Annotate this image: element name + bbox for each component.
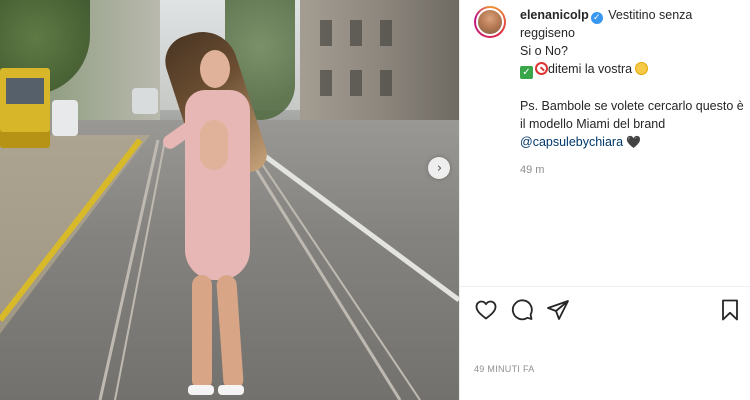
photo-yellow-tram [0, 68, 50, 148]
caption-line: ditemi la vostra [548, 62, 633, 76]
verified-badge-icon: ✓ [590, 12, 603, 24]
comment-time: 49 m [520, 164, 545, 176]
avatar[interactable] [474, 6, 506, 38]
chevron-right-icon: › [436, 160, 443, 176]
photo-car [132, 88, 158, 114]
caption-line: Ps. Bambole se volete cercarlo questo è … [520, 99, 744, 131]
mention-link[interactable]: @capsulebychiara [520, 135, 623, 149]
smile-emoji-icon [635, 62, 649, 75]
photo-car [52, 100, 78, 136]
post-side-panel: elenanicolp ✓ Vestitino senza reggiseno S… [459, 0, 750, 400]
carousel-next-button[interactable]: › [428, 157, 450, 179]
action-bar [474, 298, 742, 324]
heart-icon[interactable] [474, 298, 498, 322]
share-icon[interactable] [546, 298, 570, 322]
comment-icon[interactable] [510, 298, 534, 322]
bookmark-icon[interactable] [718, 298, 742, 322]
post-photo[interactable]: › [0, 0, 459, 400]
check-emoji-icon: ✓ [520, 66, 533, 79]
post-timestamp[interactable]: 49 MINUTI FA [474, 364, 535, 374]
caption-text: elenanicolp ✓ Vestitino senza reggiseno S… [520, 6, 746, 179]
caption-line: Si o No? [520, 44, 568, 58]
prohibited-emoji-icon [535, 62, 548, 75]
divider [460, 286, 750, 287]
username-link[interactable]: elenanicolp [520, 8, 589, 22]
black-heart-emoji-icon: 🖤 [626, 135, 641, 149]
photo-person [158, 22, 272, 400]
